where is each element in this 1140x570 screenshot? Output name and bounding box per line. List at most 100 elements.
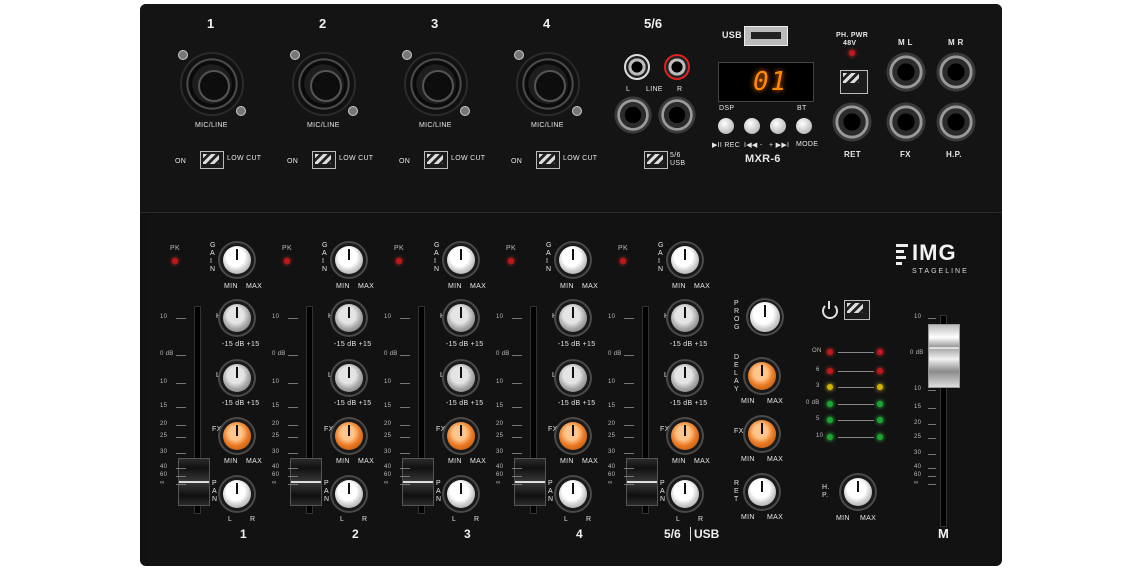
brand-sub: STAGELINE bbox=[912, 268, 969, 275]
fx-send-knob[interactable] bbox=[671, 422, 699, 450]
main-right-jack[interactable] bbox=[936, 52, 976, 92]
fx-send-knob[interactable] bbox=[447, 422, 475, 450]
hi-eq-knob[interactable] bbox=[223, 304, 251, 332]
fader-tick bbox=[400, 355, 410, 356]
fx-send-knob[interactable] bbox=[559, 422, 587, 450]
fader-tick bbox=[400, 484, 410, 485]
pan-knob[interactable] bbox=[559, 480, 587, 508]
hi-eq-knob[interactable] bbox=[671, 304, 699, 332]
fader-scale-label: 0 dB bbox=[160, 351, 174, 357]
combo-jack[interactable] bbox=[406, 54, 466, 114]
prog-knob[interactable] bbox=[750, 302, 780, 332]
fader-tick bbox=[176, 318, 186, 319]
channel-fader[interactable] bbox=[626, 458, 658, 506]
channel-number: 4 bbox=[543, 16, 551, 31]
gain-knob[interactable] bbox=[223, 246, 251, 274]
lo-eq-knob[interactable] bbox=[671, 364, 699, 392]
fader-tick bbox=[512, 468, 522, 469]
fx-send-knob[interactable] bbox=[223, 422, 251, 450]
peak-led bbox=[396, 258, 402, 264]
fader-tick bbox=[400, 425, 410, 426]
low-cut-switch[interactable] bbox=[424, 151, 448, 169]
pan-l: L bbox=[676, 516, 681, 523]
hi-eq-knob[interactable] bbox=[447, 304, 475, 332]
fader-scale-label: 0 dB bbox=[496, 351, 510, 357]
meter-label: 3 bbox=[816, 383, 820, 389]
prev-button[interactable] bbox=[744, 118, 760, 134]
fx-level-knob[interactable] bbox=[748, 420, 776, 448]
pan-label: PAN bbox=[660, 480, 666, 503]
main-left-jack[interactable] bbox=[886, 52, 926, 92]
fader-tick bbox=[288, 453, 298, 454]
fader-tick bbox=[400, 468, 410, 469]
line-jack-left[interactable] bbox=[614, 96, 652, 134]
hi-eq-knob[interactable] bbox=[335, 304, 363, 332]
usb-port[interactable] bbox=[744, 26, 788, 46]
line-jack-right[interactable] bbox=[658, 96, 696, 134]
gain-knob[interactable] bbox=[335, 246, 363, 274]
low-cut-switch[interactable] bbox=[312, 151, 336, 169]
gain-knob[interactable] bbox=[559, 246, 587, 274]
fx-send-knob[interactable] bbox=[335, 422, 363, 450]
gain-knob[interactable] bbox=[447, 246, 475, 274]
fader-scale-label: ∞ bbox=[160, 480, 165, 486]
mode-label: MODE bbox=[796, 141, 819, 148]
fader-tick bbox=[624, 407, 634, 408]
lo-eq-knob[interactable] bbox=[447, 364, 475, 392]
rca-right[interactable] bbox=[664, 54, 690, 80]
line-label: LINE bbox=[646, 86, 663, 93]
strip-number: 5/6 bbox=[664, 527, 681, 541]
input-label: MIC/LINE bbox=[419, 122, 452, 129]
gain-min: MIN bbox=[560, 283, 574, 290]
master-fader[interactable] bbox=[928, 324, 960, 388]
channel-fader[interactable] bbox=[514, 458, 546, 506]
phantom-switch[interactable] bbox=[840, 70, 868, 94]
power-switch[interactable] bbox=[844, 300, 870, 320]
hp-max: MAX bbox=[860, 515, 877, 522]
channel-fader[interactable] bbox=[290, 458, 322, 506]
return-jack[interactable] bbox=[832, 102, 872, 142]
gain-max: MAX bbox=[694, 283, 711, 290]
meter-led-left bbox=[827, 434, 833, 440]
fader-scale-label: 20 bbox=[496, 421, 504, 427]
play-rec-button[interactable] bbox=[718, 118, 734, 134]
gain-max: MAX bbox=[470, 283, 487, 290]
meter-line bbox=[838, 387, 874, 388]
pan-knob[interactable] bbox=[671, 480, 699, 508]
peak-led bbox=[620, 258, 626, 264]
combo-jack[interactable] bbox=[294, 54, 354, 114]
pan-knob[interactable] bbox=[447, 480, 475, 508]
meter-line bbox=[838, 352, 874, 353]
combo-jack[interactable] bbox=[518, 54, 578, 114]
next-button[interactable] bbox=[770, 118, 786, 134]
lo-eq-knob[interactable] bbox=[335, 364, 363, 392]
low-cut-switch[interactable] bbox=[536, 151, 560, 169]
ret-knob[interactable] bbox=[748, 478, 776, 506]
source-switch[interactable] bbox=[644, 151, 668, 169]
fx-send-label: FX bbox=[212, 426, 222, 433]
pan-knob[interactable] bbox=[335, 480, 363, 508]
low-cut-label: LOW CUT bbox=[563, 155, 598, 162]
gain-knob[interactable] bbox=[671, 246, 699, 274]
low-cut-switch[interactable] bbox=[200, 151, 224, 169]
channel-fader[interactable] bbox=[178, 458, 210, 506]
fx-min: MIN bbox=[741, 456, 755, 463]
fx-send-jack[interactable] bbox=[886, 102, 926, 142]
play-rec-label: ▶II REC bbox=[712, 142, 741, 149]
headphone-jack[interactable] bbox=[936, 102, 976, 142]
headphone-knob[interactable] bbox=[844, 478, 872, 506]
channel-fader[interactable] bbox=[402, 458, 434, 506]
master-scale-label: 40 bbox=[914, 464, 922, 470]
lo-eq-knob[interactable] bbox=[559, 364, 587, 392]
master-label: M bbox=[938, 526, 949, 541]
lo-eq-knob[interactable] bbox=[223, 364, 251, 392]
delay-knob[interactable] bbox=[748, 362, 776, 390]
pan-knob[interactable] bbox=[223, 480, 251, 508]
rca-left[interactable] bbox=[624, 54, 650, 80]
mode-button[interactable] bbox=[796, 118, 812, 134]
combo-jack[interactable] bbox=[182, 54, 242, 114]
meter-led-right bbox=[877, 384, 883, 390]
hi-eq-scale: -15 dB +15 bbox=[222, 341, 260, 348]
hi-eq-knob[interactable] bbox=[559, 304, 587, 332]
fader-tick bbox=[624, 468, 634, 469]
